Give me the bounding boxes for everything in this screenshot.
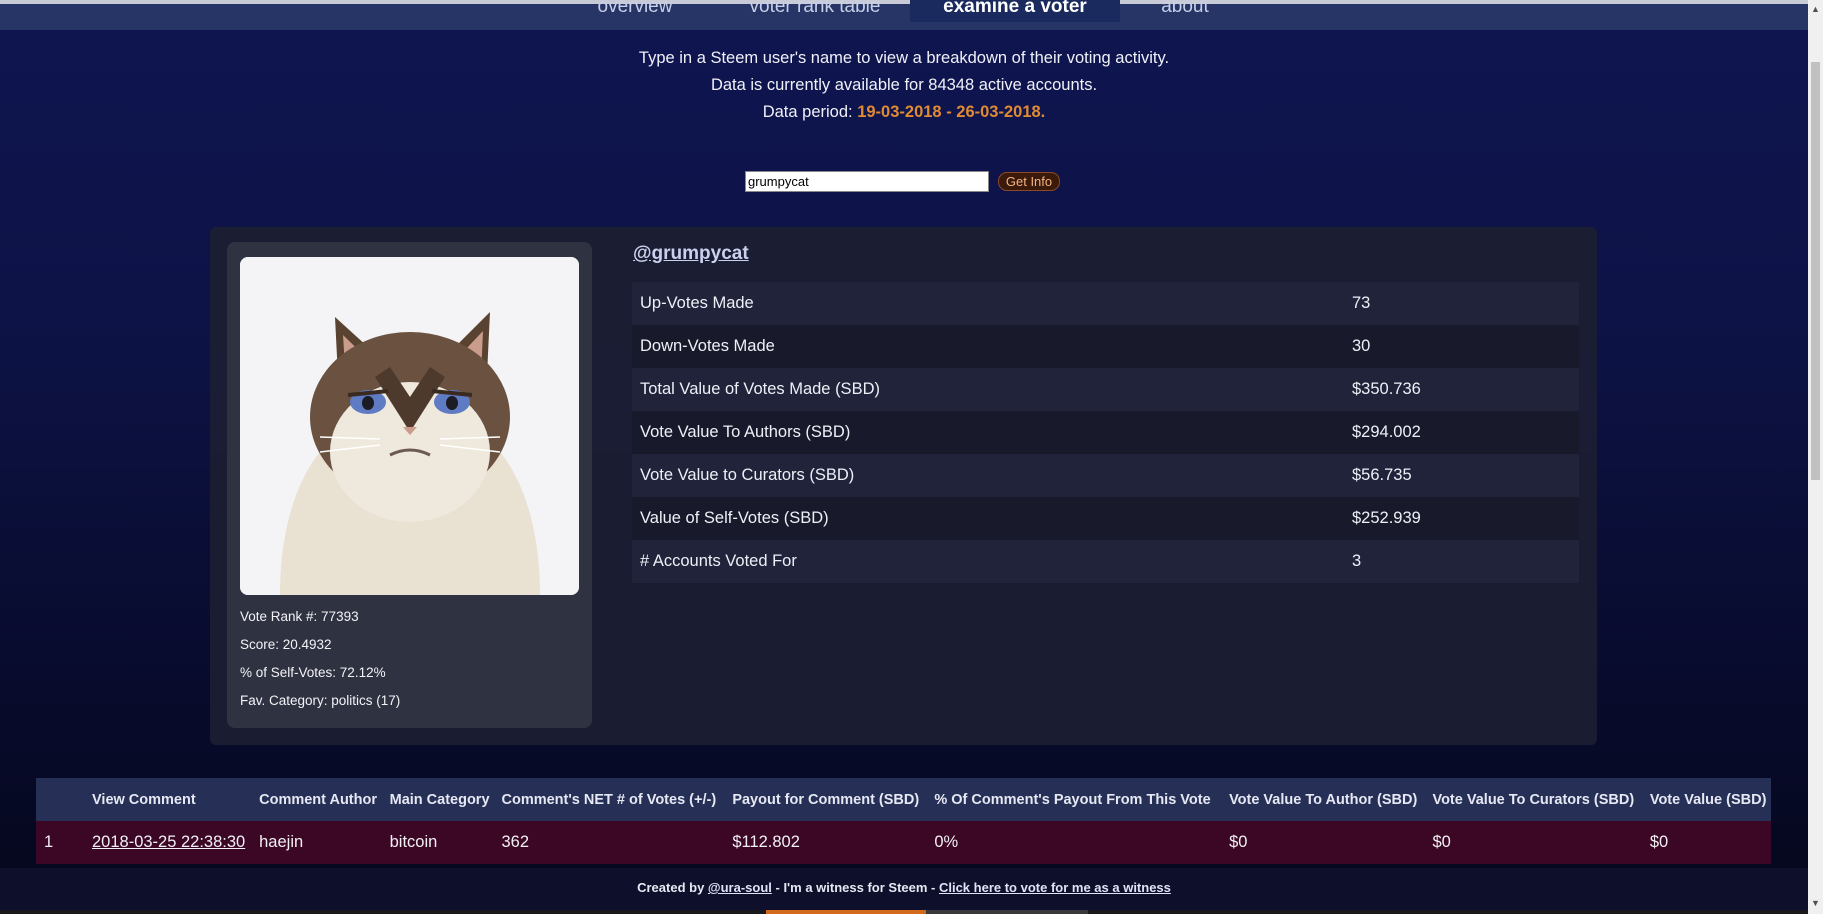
stats-row: Vote Value to Curators (SBD) $56.735 <box>632 454 1579 497</box>
stats-row: Value of Self-Votes (SBD) $252.939 <box>632 497 1579 540</box>
stat-value: 73 <box>1344 282 1579 325</box>
stat-label: Vote Value To Authors (SBD) <box>632 411 1344 454</box>
grumpy-cat-avatar-icon <box>240 257 579 595</box>
stat-value: $350.736 <box>1344 368 1579 411</box>
intro-line-2: Data is currently available for 84348 ac… <box>710 76 1098 94</box>
table-row: 1 2018-03-25 22:38:30 haejin bitcoin 362… <box>36 821 1771 864</box>
stats-row: Vote Value To Authors (SBD) $294.002 <box>632 411 1579 454</box>
comment-author-cell: haejin <box>251 821 382 864</box>
footer-author-link[interactable]: @ura-soul <box>708 880 772 895</box>
voter-username-link[interactable]: @grumpycat <box>633 243 749 265</box>
scrollbar-thumb[interactable] <box>1811 62 1820 480</box>
bottom-strip-left <box>0 910 766 914</box>
bottom-strip-mid <box>926 910 1088 914</box>
score: Score: 20.4932 <box>240 637 332 652</box>
voter-stats-table: Up-Votes Made 73 Down-Votes Made 30 Total … <box>632 282 1579 583</box>
vote-rank: Vote Rank #: 77393 <box>240 609 359 624</box>
voter-search-input[interactable] <box>745 171 989 192</box>
column-header-comment-author[interactable]: Comment Author <box>251 778 382 821</box>
value-to-curators-cell: $0 <box>1424 821 1642 864</box>
value-to-author-cell: $0 <box>1221 821 1425 864</box>
stats-row: # Accounts Voted For 3 <box>632 540 1579 583</box>
column-header-net-votes[interactable]: Comment's NET # of Votes (+/-) <box>493 778 725 821</box>
fav-category: Fav. Category: politics (17) <box>240 693 401 708</box>
data-period-value: 19-03-2018 - 26-03-2018. <box>857 103 1046 121</box>
view-comment-link[interactable]: 2018-03-25 22:38:30 <box>92 833 245 851</box>
footer-created-by: Created by <box>637 880 708 895</box>
column-header-vote-value[interactable]: Vote Value (SBD) <box>1641 778 1771 821</box>
column-header-view-comment[interactable]: View Comment <box>84 778 252 821</box>
footer: Created by @ura-soul - I'm a witness for… <box>0 868 1808 910</box>
tab-voter-rank-table[interactable]: voter rank table <box>730 0 900 22</box>
scroll-down-arrow-icon[interactable]: ▼ <box>1811 898 1820 908</box>
bottom-strip-right <box>1088 910 1808 914</box>
scroll-up-arrow-icon[interactable]: ▲ <box>1811 4 1820 14</box>
stats-row: Up-Votes Made 73 <box>632 282 1579 325</box>
votes-table: View Comment Comment Author Main Categor… <box>36 778 1771 864</box>
intro-line-1: Type in a Steem user's name to view a br… <box>638 49 1170 67</box>
tab-about[interactable]: about <box>1140 0 1230 22</box>
payout-cell: $112.802 <box>724 821 927 864</box>
column-header-main-category[interactable]: Main Category <box>381 778 494 821</box>
stat-label: Value of Self-Votes (SBD) <box>632 497 1344 540</box>
votes-table-header: View Comment Comment Author Main Categor… <box>36 778 1771 821</box>
stat-label: # Accounts Voted For <box>632 540 1344 583</box>
stats-row: Down-Votes Made 30 <box>632 325 1579 368</box>
column-header-value-to-author[interactable]: Vote Value To Author (SBD) <box>1221 778 1425 821</box>
main-category-cell: bitcoin <box>381 821 494 864</box>
stat-label: Up-Votes Made <box>632 282 1344 325</box>
get-info-button[interactable]: Get Info <box>998 172 1060 191</box>
column-header-payout[interactable]: Payout for Comment (SBD) <box>724 778 927 821</box>
column-header-index <box>36 778 84 821</box>
bottom-strip-accent <box>766 910 926 914</box>
stat-label: Down-Votes Made <box>632 325 1344 368</box>
stat-value: 3 <box>1344 540 1579 583</box>
view-comment-cell: 2018-03-25 22:38:30 <box>84 821 252 864</box>
intro-line-3: Data period: 19-03-2018 - 26-03-2018. <box>0 103 1808 122</box>
row-index: 1 <box>36 821 84 864</box>
stat-label: Vote Value to Curators (SBD) <box>632 454 1344 497</box>
vote-value-cell: $0 <box>1641 821 1771 864</box>
net-votes-cell: 362 <box>493 821 725 864</box>
self-votes-percent: % of Self-Votes: 72.12% <box>240 665 386 680</box>
stat-label: Total Value of Votes Made (SBD) <box>632 368 1344 411</box>
stat-value: 30 <box>1344 325 1579 368</box>
stat-value: $252.939 <box>1344 497 1579 540</box>
stat-value: $294.002 <box>1344 411 1579 454</box>
footer-witness-link[interactable]: Click here to vote for me as a witness <box>939 880 1171 895</box>
tab-overview[interactable]: overview <box>560 0 710 22</box>
column-header-payout-percent[interactable]: % Of Comment's Payout From This Vote <box>926 778 1222 821</box>
tab-examine-a-voter[interactable]: examine a voter <box>910 0 1120 22</box>
payout-percent-cell: 0% <box>926 821 1222 864</box>
data-period-label: Data period: <box>762 103 858 121</box>
top-navigation: overview voter rank table examine a vote… <box>0 0 1808 30</box>
stat-value: $56.735 <box>1344 454 1579 497</box>
avatar <box>240 257 579 595</box>
stats-row: Total Value of Votes Made (SBD) $350.736 <box>632 368 1579 411</box>
column-header-value-to-curators[interactable]: Vote Value To Curators (SBD) <box>1424 778 1642 821</box>
page-scrollbar[interactable]: ▲ ▼ <box>1808 0 1823 914</box>
footer-middle-text: - I'm a witness for Steem - <box>771 880 939 895</box>
